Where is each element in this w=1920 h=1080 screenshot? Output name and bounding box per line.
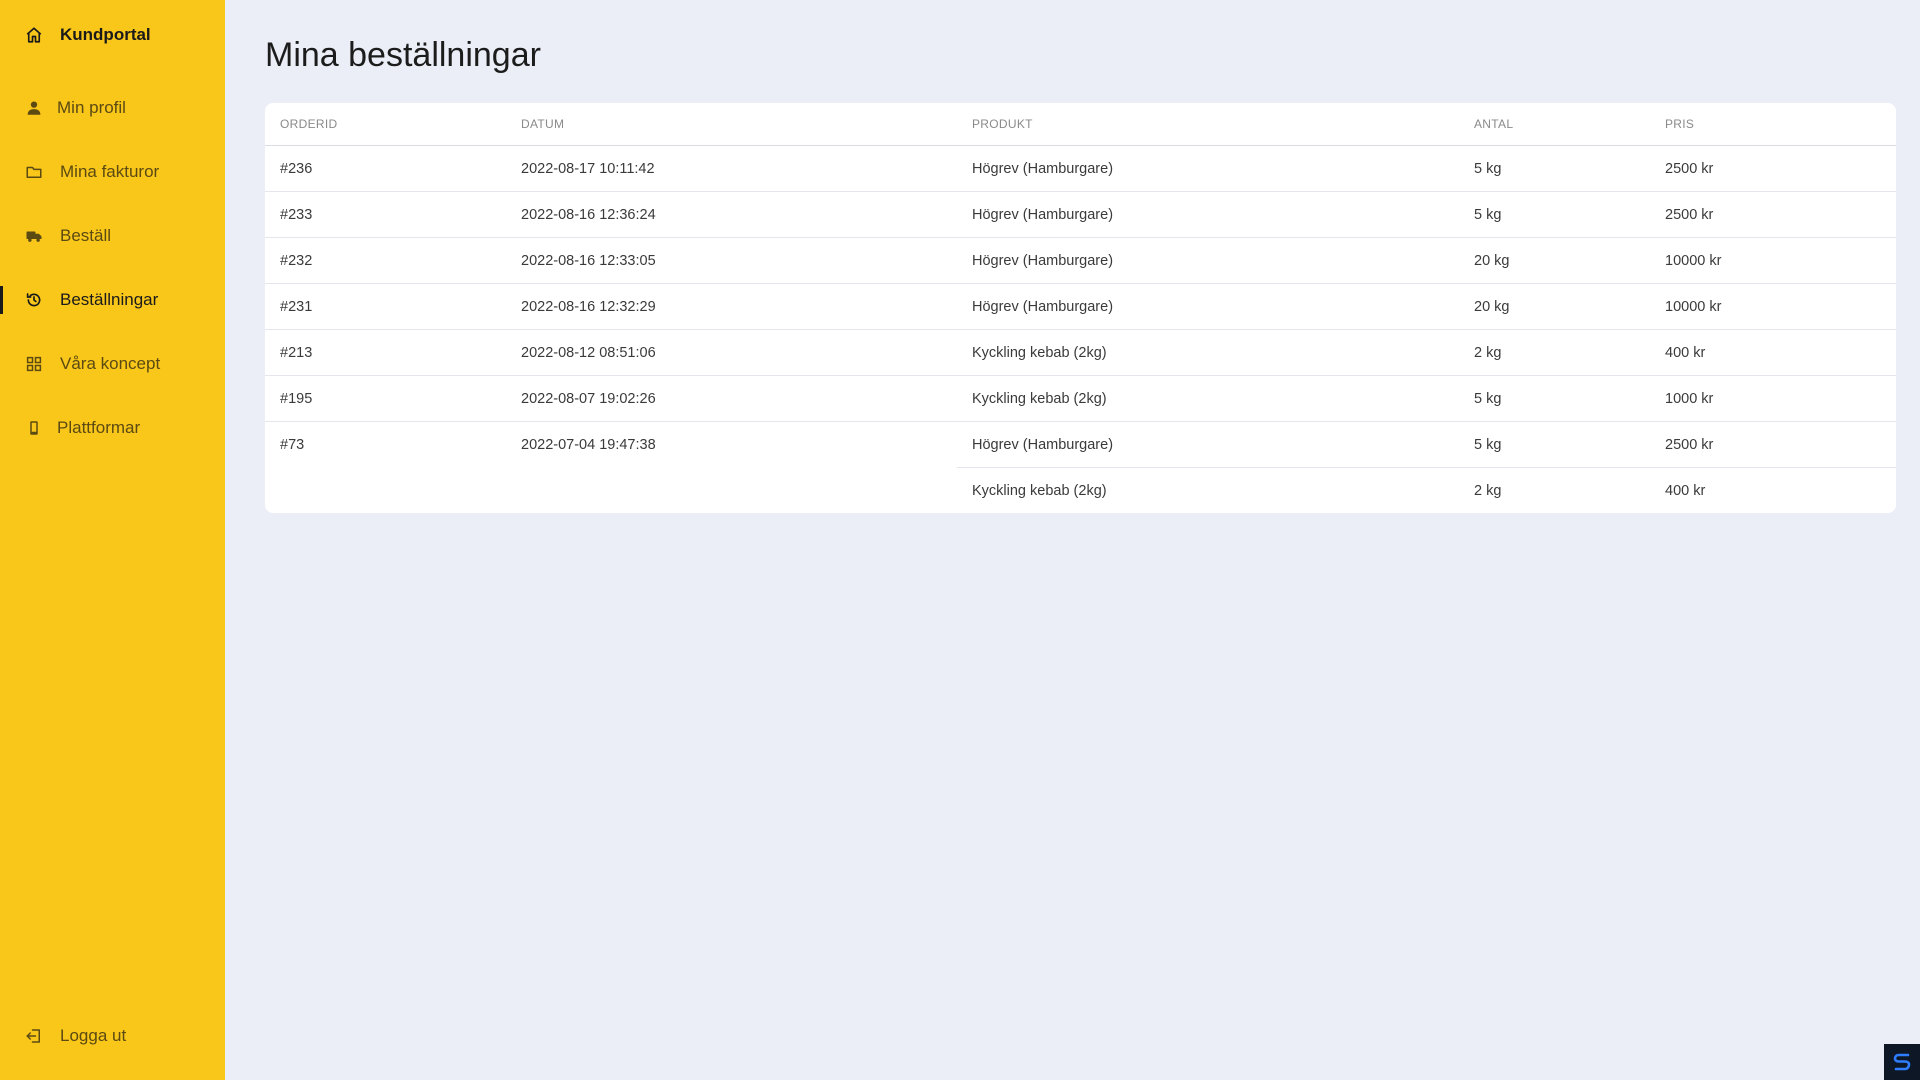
header-pris: PRIS xyxy=(1650,103,1896,146)
cell-pris: 2500 kr xyxy=(1650,191,1896,238)
sidebar-item-bestallningar[interactable]: Beställningar xyxy=(0,280,225,320)
cell-produkt: Högrev (Hamburgare) xyxy=(957,145,1459,192)
cell-datum: 2022-08-17 10:11:42 xyxy=(506,145,957,192)
cell-orderid xyxy=(265,468,506,514)
cell-datum: 2022-08-16 12:32:29 xyxy=(506,283,957,330)
logout-icon xyxy=(24,1026,44,1046)
logout-label: Logga ut xyxy=(60,1026,127,1045)
user-icon xyxy=(24,98,44,118)
cell-datum: 2022-08-07 19:02:26 xyxy=(506,375,957,422)
cell-orderid: #73 xyxy=(280,436,305,453)
cell-antal: 20 kg xyxy=(1459,283,1650,330)
cell-produkt: Kyckling kebab (2kg) xyxy=(972,482,1107,499)
cell-antal: 5 kg xyxy=(1459,145,1650,192)
cell-pris: 1000 kr xyxy=(1650,375,1896,422)
cell-antal: 20 kg xyxy=(1459,237,1650,284)
brand-link[interactable]: Kundportal xyxy=(24,22,151,48)
header-produkt: PRODUKT xyxy=(957,103,1459,146)
table-row[interactable]: #233 2022-08-16 12:36:24 Högrev (Hamburg… xyxy=(265,191,1896,238)
cell-antal: 5 kg xyxy=(1459,375,1650,422)
sidebar-item-min-profil[interactable]: Min profil xyxy=(0,88,225,128)
cell-produkt: Högrev (Hamburgare) xyxy=(957,191,1459,238)
mobile-icon xyxy=(24,418,44,438)
cell-pris: 10000 kr xyxy=(1650,237,1896,284)
sidebar-item-mina-fakturor[interactable]: Mina fakturor xyxy=(0,152,225,192)
grid-icon xyxy=(24,354,44,374)
header-orderid: ORDERID xyxy=(265,103,506,146)
app: Kundportal Min profil Mina fakturor Best… xyxy=(0,0,1920,1080)
orders-table: ORDERID DATUM PRODUKT ANTAL PRIS #236 20… xyxy=(265,103,1896,513)
cell-antal: 2 kg xyxy=(1459,329,1650,376)
sidebar-item-label: Beställ xyxy=(60,226,112,245)
page-title: Mina beställningar xyxy=(265,36,541,74)
header-antal: ANTAL xyxy=(1459,103,1650,146)
sidebar-item-label: Våra koncept xyxy=(60,354,161,373)
cell-antal: 2 kg xyxy=(1474,482,1502,499)
sidebar-item-label: Min profil xyxy=(57,98,126,117)
cell-orderid: #231 xyxy=(265,283,506,330)
sidebar-item-bestall[interactable]: Beställ xyxy=(0,216,225,256)
cell-datum xyxy=(506,468,957,514)
cell-antal: 5 kg xyxy=(1459,421,1650,468)
home-icon xyxy=(24,25,44,45)
truck-icon xyxy=(24,226,44,246)
cell-pris: 400 kr xyxy=(1650,329,1896,376)
brand-label: Kundportal xyxy=(60,25,151,44)
cell-produkt: Högrev (Hamburgare) xyxy=(957,237,1459,284)
cell-orderid: #233 xyxy=(265,191,506,238)
table-row[interactable]: #232 2022-08-16 12:33:05 Högrev (Hamburg… xyxy=(265,237,1896,284)
cell-pris: 10000 kr xyxy=(1650,283,1896,330)
table-row[interactable]: #231 2022-08-16 12:32:29 Högrev (Hamburg… xyxy=(265,283,1896,330)
cell-pris: 400 kr xyxy=(1665,482,1706,499)
cell-orderid: #213 xyxy=(265,329,506,376)
sidebar-item-label: Plattformar xyxy=(57,418,141,437)
history-icon xyxy=(24,290,44,310)
cell-produkt: Högrev (Hamburgare) xyxy=(957,421,1459,468)
table-row[interactable]: #73 2022-07-04 19:47:38 Högrev (Hamburga… xyxy=(265,421,1896,468)
cell-produkt: Kyckling kebab (2kg) xyxy=(957,375,1459,422)
cell-produkt: Kyckling kebab (2kg) xyxy=(957,329,1459,376)
corner-logo-icon[interactable] xyxy=(1884,1044,1920,1080)
sidebar-item-label: Mina fakturor xyxy=(60,162,160,181)
table-row[interactable]: #236 2022-08-17 10:11:42 Högrev (Hamburg… xyxy=(265,145,1896,192)
table-row[interactable]: #195 2022-08-07 19:02:26 Kyckling kebab … xyxy=(265,375,1896,422)
orders-card: ORDERID DATUM PRODUKT ANTAL PRIS #236 20… xyxy=(265,103,1896,513)
cell-orderid: #195 xyxy=(265,375,506,422)
cell-datum: 2022-07-04 19:47:38 xyxy=(521,436,656,453)
sidebar-item-plattformar[interactable]: Plattformar xyxy=(0,408,225,448)
sidebar-item-vara-koncept[interactable]: Våra koncept xyxy=(0,344,225,384)
cell-antal: 5 kg xyxy=(1459,191,1650,238)
table-row[interactable]: Kyckling kebab (2kg) 2 kg 400 kr xyxy=(265,468,1896,514)
table-header-row: ORDERID DATUM PRODUKT ANTAL PRIS xyxy=(265,103,1896,146)
cell-datum: 2022-08-12 08:51:06 xyxy=(506,329,957,376)
cell-datum: 2022-08-16 12:33:05 xyxy=(506,237,957,284)
sidebar: Kundportal Min profil Mina fakturor Best… xyxy=(0,0,225,1080)
cell-pris: 2500 kr xyxy=(1650,145,1896,192)
cell-produkt: Högrev (Hamburgare) xyxy=(957,283,1459,330)
folder-icon xyxy=(24,162,44,182)
sidebar-item-label: Beställningar xyxy=(60,290,159,309)
cell-pris: 2500 kr xyxy=(1650,421,1896,468)
header-datum: DATUM xyxy=(506,103,957,146)
table-row[interactable]: #213 2022-08-12 08:51:06 Kyckling kebab … xyxy=(265,329,1896,376)
cell-orderid: #232 xyxy=(265,237,506,284)
cell-datum: 2022-08-16 12:36:24 xyxy=(506,191,957,238)
logout-button[interactable]: Logga ut xyxy=(0,1016,225,1056)
cell-orderid: #236 xyxy=(265,145,506,192)
